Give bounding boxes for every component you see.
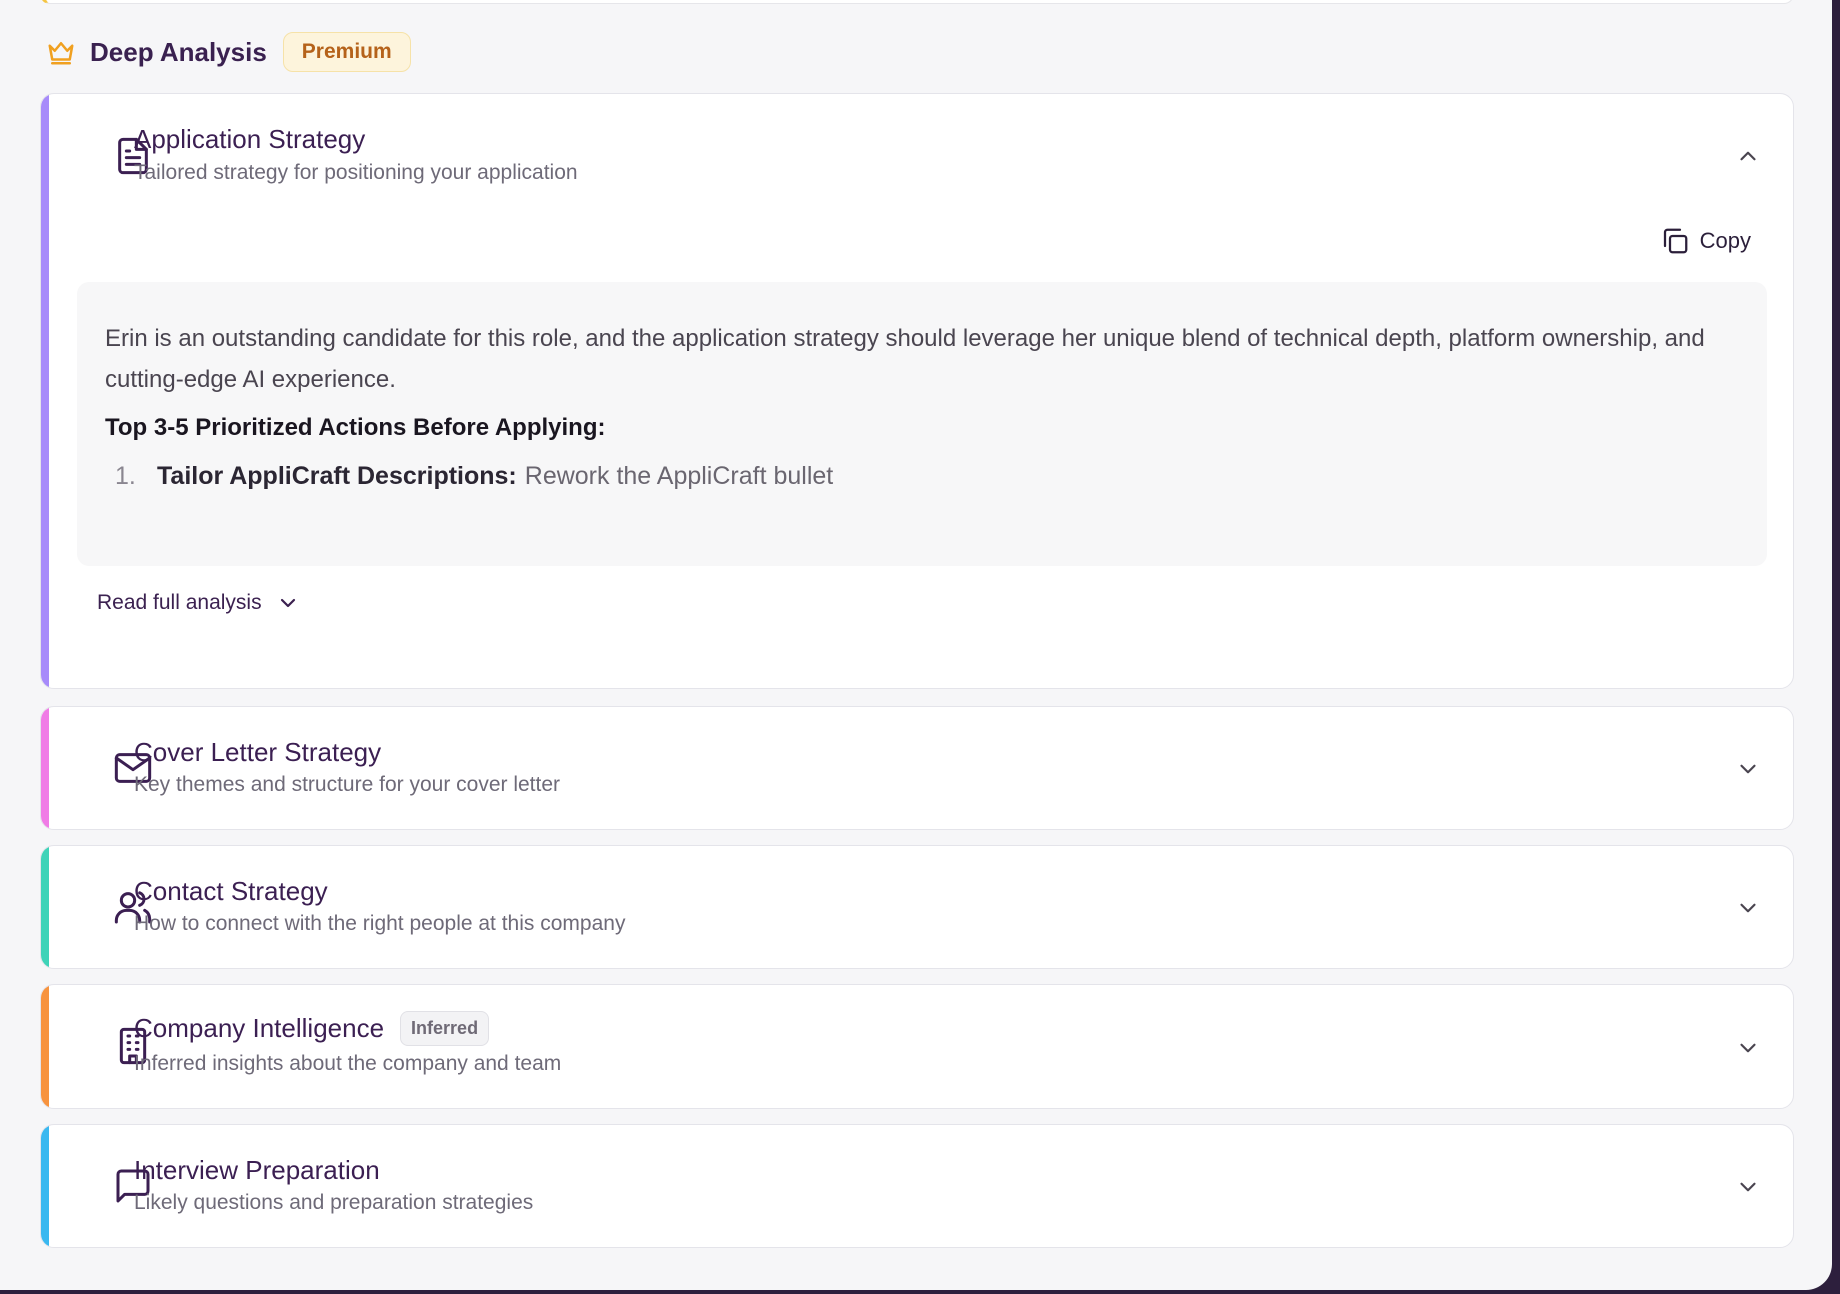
card-interview-preparation[interactable]: Interview Preparation Likely questions a…: [40, 1124, 1794, 1248]
card-subtitle: Tailored strategy for positioning your a…: [134, 161, 578, 184]
card-company-intelligence[interactable]: Company Intelligence Inferred Inferred i…: [40, 984, 1794, 1109]
card-title: Cover Letter Strategy: [134, 737, 382, 767]
card-accent-bar: [41, 846, 49, 968]
analysis-content: Erin is an outstanding candidate for thi…: [77, 282, 1767, 566]
crown-icon: [48, 42, 74, 65]
section-header: Deep Analysis Premium: [46, 32, 411, 72]
copy-label: Copy: [1699, 228, 1751, 253]
card-subtitle: Key themes and structure for your cover …: [134, 773, 561, 796]
chevron-down-icon[interactable]: [1735, 1174, 1761, 1200]
section-title: Deep Analysis: [90, 36, 267, 67]
copy-button[interactable]: Copy: [1660, 226, 1751, 256]
premium-badge: Premium: [282, 32, 411, 72]
read-more-label: Read full analysis: [97, 591, 262, 614]
chevron-down-icon: [280, 598, 295, 608]
list-item: 1. Tailor AppliCraft Descriptions: Rewor…: [105, 462, 1737, 491]
card-accent-bar: [41, 1125, 49, 1247]
card-title-text: Company Intelligence: [134, 1013, 385, 1043]
card-accent-bar: [41, 707, 49, 829]
card-title: Interview Preparation: [134, 1155, 380, 1185]
card-header-application-strategy[interactable]: Application Strategy Tailored strategy f…: [41, 94, 1793, 216]
analysis-heading: Top 3-5 Prioritized Actions Before Apply…: [105, 414, 606, 441]
card-subtitle: Likely questions and preparation strateg…: [134, 1191, 534, 1214]
card-application-strategy: Application Strategy Tailored strategy f…: [40, 93, 1794, 689]
card-title: Company Intelligence Inferred: [134, 1011, 490, 1046]
card-subtitle: How to connect with the right people at …: [134, 912, 626, 935]
inferred-badge: Inferred: [400, 1011, 490, 1046]
analysis-paragraph: Erin is an outstanding candidate for thi…: [105, 325, 1705, 393]
list-item-title: Tailor AppliCraft Descriptions:: [157, 462, 517, 490]
card-cover-letter-strategy[interactable]: Cover Letter Strategy Key themes and str…: [40, 706, 1794, 830]
list-item-text: Rework the AppliCraft bullet: [524, 462, 834, 490]
previous-card-edge: [40, 0, 1794, 4]
list-number: 1.: [115, 462, 136, 490]
chevron-up-icon[interactable]: [1735, 143, 1761, 169]
card-title: Application Strategy: [134, 124, 366, 154]
chevron-down-icon[interactable]: [1735, 1035, 1761, 1061]
chevron-down-icon[interactable]: [1735, 756, 1761, 782]
card-subtitle: Inferred insights about the company and …: [134, 1052, 562, 1075]
card-title: Contact Strategy: [134, 876, 328, 906]
card-accent-bar: [41, 985, 49, 1108]
card-contact-strategy[interactable]: Contact Strategy How to connect with the…: [40, 845, 1794, 969]
read-full-analysis-button[interactable]: Read full analysis: [97, 591, 300, 615]
copy-icon: [1663, 228, 1688, 254]
chevron-down-icon[interactable]: [1735, 895, 1761, 921]
deep-analysis-panel: Deep Analysis Premium Application Strate…: [0, 0, 1832, 1290]
